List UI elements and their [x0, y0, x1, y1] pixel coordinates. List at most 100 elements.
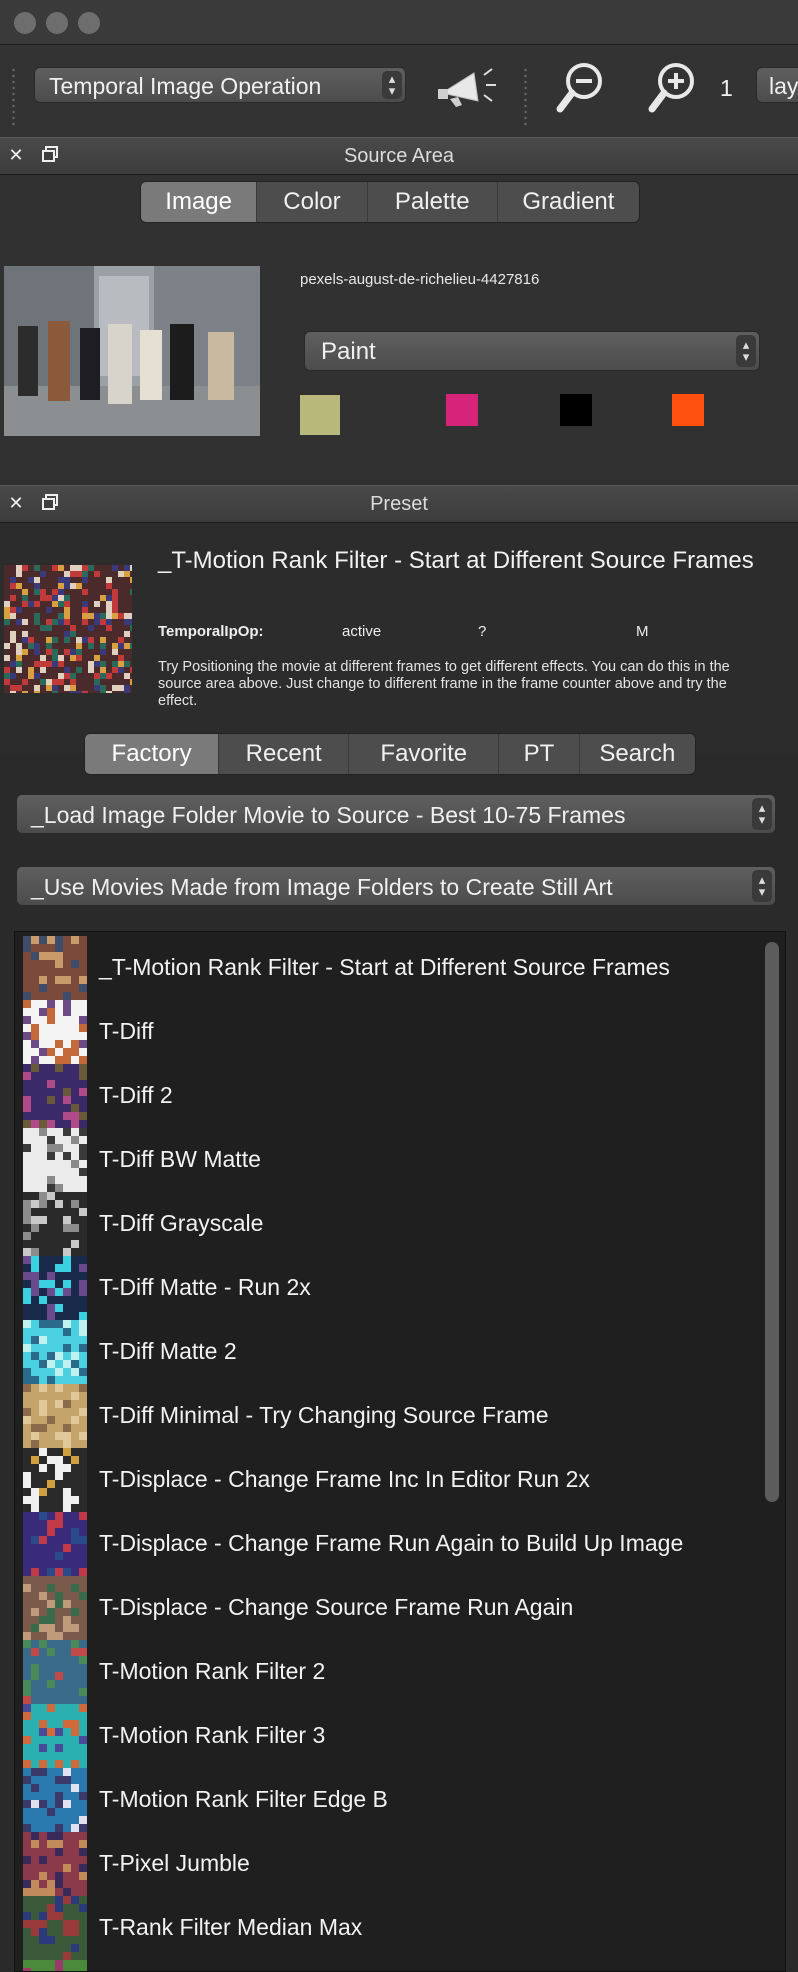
subcategory-select[interactable]: _Use Movies Made from Image Folders to C…: [16, 866, 776, 906]
close-window-button[interactable]: [14, 12, 36, 34]
list-item-label: T-Diff 2: [99, 1082, 173, 1108]
color-swatch-4[interactable]: [672, 394, 704, 426]
color-swatch-1[interactable]: [300, 395, 340, 435]
layer-select[interactable]: lay: [756, 67, 798, 103]
operation-select[interactable]: Temporal Image Operation ▴ ▾: [34, 67, 406, 103]
list-item[interactable]: T-Diff Grayscale: [23, 1192, 763, 1256]
list-item[interactable]: T-Diff BW Matte: [23, 1128, 763, 1192]
list-item[interactable]: T-Diff Matte 2: [23, 1320, 763, 1384]
preset-name: _T-Motion Rank Filter - Start at Differe…: [158, 547, 754, 574]
source-image-thumbnail[interactable]: [4, 266, 260, 436]
tab-pt[interactable]: PT: [499, 734, 580, 774]
preset-thumbnail: [23, 1256, 87, 1320]
preset-thumbnail: [23, 1832, 87, 1896]
preset-thumbnail: [23, 1704, 87, 1768]
tab-gradient[interactable]: Gradient: [498, 182, 639, 222]
list-item-label: T-Displace - Change Frame Inc In Editor …: [99, 1466, 590, 1492]
tab-search[interactable]: Search: [580, 734, 695, 774]
window-titlebar: [0, 0, 798, 45]
layer-select-label: lay: [769, 73, 798, 99]
list-item-label: T-Diff Minimal - Try Changing Source Fra…: [99, 1402, 549, 1428]
list-item[interactable]: T-Displace - Change Source Frame Run Aga…: [23, 1576, 763, 1640]
list-item-label: _T-Motion Rank Filter - Start at Differe…: [99, 954, 670, 980]
list-item-label: T-Displace - Change Frame Run Again to B…: [99, 1530, 684, 1556]
list-item-label: T-Displace - Change Source Frame Run Aga…: [99, 1594, 574, 1620]
tab-palette[interactable]: Palette: [368, 182, 498, 222]
preset-thumbnail: [23, 1960, 87, 1971]
category-select-label: _Load Image Folder Movie to Source - Bes…: [31, 802, 626, 828]
source-tabs: Image Color Palette Gradient: [140, 181, 640, 223]
preset-panel-header: ✕ Preset: [0, 485, 798, 523]
preset-status: active: [342, 623, 382, 640]
list-item[interactable]: T-Diff 2: [23, 1064, 763, 1128]
chevron-updown-icon: ▴ ▾: [752, 798, 772, 830]
chevron-updown-icon: ▴ ▾: [752, 870, 772, 902]
chevron-updown-icon: ▴ ▾: [736, 335, 756, 367]
tab-color[interactable]: Color: [257, 182, 368, 222]
tab-image[interactable]: Image: [141, 182, 258, 222]
preset-thumbnail: [23, 1576, 87, 1640]
preset-info: _T-Motion Rank Filter - Start at Differe…: [0, 523, 798, 753]
megaphone-icon[interactable]: [436, 63, 500, 109]
preset-thumbnail: [23, 1192, 87, 1256]
minimize-window-button[interactable]: [46, 12, 68, 34]
list-item-label: T-Diff Matte - Run 2x: [99, 1274, 311, 1300]
list-item-label: T-Diff Matte 2: [99, 1338, 237, 1364]
preset-thumbnail: [23, 1128, 87, 1192]
preset-list[interactable]: _T-Motion Rank Filter - Start at Differe…: [14, 931, 786, 1972]
paint-mode-label: Paint: [321, 338, 376, 365]
tab-recent[interactable]: Recent: [219, 734, 350, 774]
chevron-updown-icon: ▴ ▾: [382, 71, 402, 99]
list-item-label: T-Pixel Jumble: [99, 1850, 250, 1876]
list-item[interactable]: T-Diff Matte - Run 2x: [23, 1256, 763, 1320]
list-item[interactable]: T-Diff Minimal - Try Changing Source Fra…: [23, 1384, 763, 1448]
color-swatch-2[interactable]: [446, 394, 478, 426]
tab-favorite[interactable]: Favorite: [349, 734, 500, 774]
toolbar: Temporal Image Operation ▴ ▾ 1 lay: [0, 45, 798, 138]
preset-thumbnail: [23, 1896, 87, 1960]
zoom-in-icon[interactable]: [646, 59, 702, 115]
list-item-label: T-Diff BW Matte: [99, 1146, 261, 1172]
source-panel-title: Source Area: [343, 145, 455, 167]
zoom-out-icon[interactable]: [554, 59, 610, 115]
source-panel-header: ✕ Source Area: [0, 137, 798, 175]
list-item-label: T-Motion Rank Filter Edge B: [99, 1786, 388, 1812]
preset-help-mark[interactable]: ?: [478, 623, 486, 640]
category-select[interactable]: _Load Image Folder Movie to Source - Bes…: [16, 794, 776, 834]
list-item-label: T-Diff: [99, 1018, 154, 1044]
preset-thumbnail: [23, 936, 87, 1000]
list-item[interactable]: T-Displace - Change Frame Inc In Editor …: [23, 1448, 763, 1512]
list-item[interactable]: T-Pixel Jumble: [23, 1832, 763, 1896]
list-item[interactable]: [23, 1960, 763, 1971]
list-item[interactable]: T-Motion Rank Filter 3: [23, 1704, 763, 1768]
subcategory-select-label: _Use Movies Made from Image Folders to C…: [31, 874, 613, 900]
preset-tabs: Factory Recent Favorite PT Search: [84, 733, 696, 775]
preset-thumbnail: [23, 1448, 87, 1512]
list-item-label: T-Diff Grayscale: [99, 1210, 264, 1236]
list-item[interactable]: T-Rank Filter Median Max: [23, 1896, 763, 1960]
source-file-name: pexels-august-de-richelieu-4427816: [300, 271, 540, 288]
preset-thumbnail: [23, 1320, 87, 1384]
list-item[interactable]: T-Motion Rank Filter Edge B: [23, 1768, 763, 1832]
paint-mode-select[interactable]: Paint ▴ ▾: [304, 331, 760, 371]
preset-type-label: TemporalIpOp:: [158, 623, 264, 640]
zoom-window-button[interactable]: [78, 12, 100, 34]
preset-thumbnail: [23, 1768, 87, 1832]
list-scrollbar[interactable]: [765, 942, 779, 1502]
source-panel: Image Color Palette Gradient pexels-augu…: [0, 175, 798, 485]
preset-thumbnail: [23, 1512, 87, 1576]
list-item[interactable]: _T-Motion Rank Filter - Start at Differe…: [23, 936, 763, 1000]
color-swatch-3[interactable]: [560, 394, 592, 426]
preset-description: Try Positioning the movie at different f…: [158, 659, 730, 709]
frame-counter[interactable]: 1: [720, 75, 733, 102]
tab-factory[interactable]: Factory: [85, 734, 220, 774]
list-item[interactable]: T-Motion Rank Filter 2: [23, 1640, 763, 1704]
list-item-label: T-Rank Filter Median Max: [99, 1914, 363, 1940]
preset-thumbnail: [4, 565, 136, 697]
preset-thumbnail: [23, 1000, 87, 1064]
preset-panel-title: Preset: [370, 493, 428, 515]
list-item[interactable]: T-Diff: [23, 1000, 763, 1064]
toolbar-grip[interactable]: [12, 67, 15, 127]
list-item[interactable]: T-Displace - Change Frame Run Again to B…: [23, 1512, 763, 1576]
preset-thumbnail: [23, 1384, 87, 1448]
